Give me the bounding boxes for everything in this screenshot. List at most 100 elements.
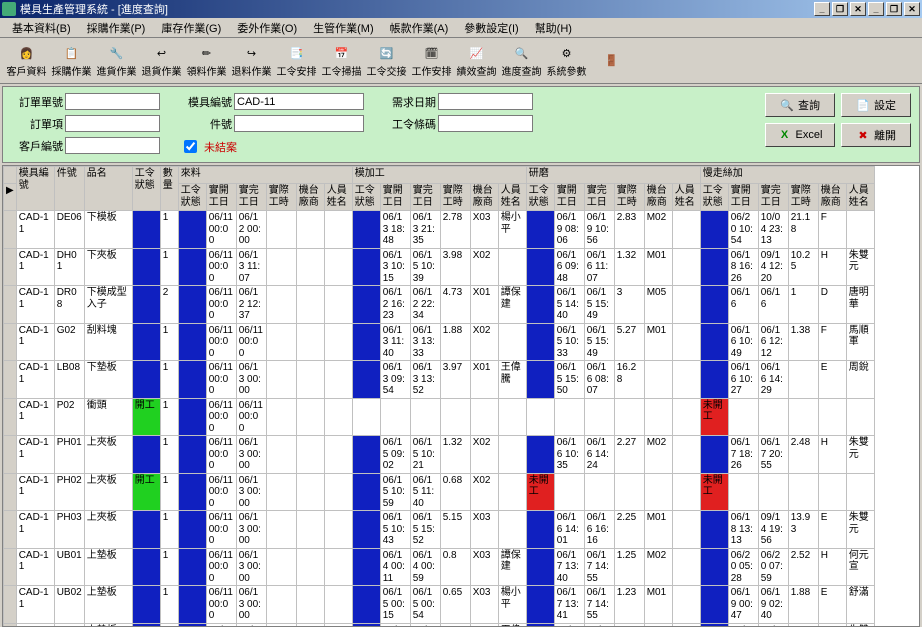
menu-item-2[interactable]: 庫存作業(G) [153,18,229,38]
status-cell [352,361,380,399]
sub-header[interactable]: 機台廠商 [470,184,498,211]
menu-item-4[interactable]: 生管作業(M) [305,18,382,38]
col-header[interactable]: 工令狀態 [132,167,160,211]
toolbar-btn-10[interactable]: 📈績效查詢 [454,40,499,82]
table-row[interactable]: CAD-11P02衝頭開工106/11 00:0006/11 00:00未開工 [4,398,875,436]
win-close-button[interactable]: ✕ [904,2,920,16]
group-header[interactable]: 研磨 [526,167,700,184]
table-row[interactable]: CAD-11PH02上夾板開工106/11 00:0006/13 00:0006… [4,473,875,511]
mdi-min-button[interactable]: _ [814,2,830,16]
toolbar-btn-3[interactable]: ↩退貨作業 [139,40,184,82]
wo-barcode-input[interactable] [438,115,533,132]
menu-item-3[interactable]: 委外作業(O) [229,18,305,38]
sub-header[interactable]: 工令狀態 [352,184,380,211]
col-header[interactable]: 數量 [160,167,178,211]
group-header[interactable]: 慢走絲加 [700,167,874,184]
sub-header[interactable]: 工令狀態 [178,184,206,211]
status-cell [700,323,728,361]
table-row[interactable]: CAD-11DH01下夾板106/11 00:0006/13 11:0706/1… [4,248,875,286]
toolbar-btn-5[interactable]: ↪退料作業 [229,40,274,82]
sub-header[interactable]: 機台廠商 [818,184,846,211]
order-no-input[interactable] [65,93,160,110]
win-max-button[interactable]: ❐ [886,2,902,16]
table-row[interactable]: CAD-11UB02上墊板106/11 00:0006/13 00:0006/1… [4,586,875,624]
table-row[interactable]: CAD-11UB03上墊板106/11 00:0006/13 00:0006/1… [4,623,875,627]
sub-header[interactable]: 工令狀態 [526,184,554,211]
table-row[interactable]: CAD-11DE06下模板106/11 00:0006/12 00:0006/1… [4,211,875,249]
toolbar-btn-6[interactable]: 📑工令安排 [274,40,319,82]
toolbar-icon: 👩 [16,43,38,63]
sub-header[interactable]: 實開工日 [728,184,758,211]
sub-header[interactable]: 機台廠商 [644,184,672,211]
sub-header[interactable]: 人員姓名 [672,184,700,211]
order-item-input[interactable] [65,115,160,132]
sub-header[interactable]: 工令狀態 [700,184,728,211]
toolbar-btn-1[interactable]: 📋採購作業 [49,40,94,82]
query-button[interactable]: 🔍查詢 [765,93,835,117]
close-button[interactable]: ✖離開 [841,123,911,147]
sub-header[interactable]: 機台廠商 [296,184,324,211]
sub-header[interactable]: 實開工日 [206,184,236,211]
table-row[interactable]: CAD-11LB08下墊板106/11 00:0006/13 00:0006/1… [4,361,875,399]
mdi-max-button[interactable]: ❐ [832,2,848,16]
toolbar-btn-11[interactable]: 🔍進度查詢 [499,40,544,82]
toolbar-btn-13[interactable]: 🚪 [589,40,634,82]
table-row[interactable]: CAD-11UB01上墊板106/11 00:0006/13 00:0006/1… [4,548,875,586]
status-cell: 開工 [132,398,160,436]
win-min-button[interactable]: _ [868,2,884,16]
menubar: 基本資料(B)採購作業(P)庫存作業(G)委外作業(O)生管作業(M)帳款作業(… [0,18,922,38]
mdi-close-button[interactable]: ✕ [850,2,866,16]
toolbar-btn-9[interactable]: 🗓工作安排 [409,40,454,82]
table-row[interactable]: CAD-11G02刮料塊106/11 00:0006/11 00:0006/13… [4,323,875,361]
sub-header[interactable]: 實際工時 [440,184,470,211]
cust-no-input[interactable] [65,137,160,154]
sub-header[interactable]: 人員姓名 [846,184,874,211]
menu-item-7[interactable]: 幫助(H) [527,18,580,38]
menu-item-1[interactable]: 採購作業(P) [79,18,154,38]
toolbar-btn-2[interactable]: 🔧進貨作業 [94,40,139,82]
part-no-input[interactable] [234,115,364,132]
toolbar-icon: 🗓 [421,43,443,63]
sub-header[interactable]: 實完工日 [410,184,440,211]
status-cell [526,436,554,474]
sub-header[interactable]: 人員姓名 [324,184,352,211]
mold-no-input[interactable] [234,93,364,110]
col-header[interactable]: 模具編號 [16,167,54,211]
sub-header[interactable]: 實際工時 [266,184,296,211]
unfinished-checkbox[interactable] [184,140,197,153]
menu-item-5[interactable]: 帳款作業(A) [382,18,457,38]
sub-header[interactable]: 實際工時 [614,184,644,211]
excel-button[interactable]: XExcel [765,123,835,147]
sub-header[interactable]: 人員姓名 [498,184,526,211]
group-header[interactable]: 來料 [178,167,352,184]
status-cell [700,511,728,549]
col-header[interactable]: 品名 [84,167,132,211]
status-cell [526,398,554,436]
app-icon [2,2,16,16]
sub-header[interactable]: 實際工時 [788,184,818,211]
toolbar-btn-8[interactable]: 🔄工令交接 [364,40,409,82]
group-header[interactable]: 模加工 [352,167,526,184]
req-date-input[interactable] [438,93,533,110]
toolbar-btn-4[interactable]: ✏領料作業 [184,40,229,82]
table-row[interactable]: CAD-11DR08下模成型入子206/11 00:0006/12 12:370… [4,286,875,324]
toolbar-btn-0[interactable]: 👩客戶資料 [4,40,49,82]
sub-header[interactable]: 實完工日 [584,184,614,211]
data-grid[interactable]: 模具編號件號品名工令狀態數量來料模加工研磨慢走絲加▶工令狀態實開工日實完工日實際… [2,165,920,627]
toolbar-btn-7[interactable]: 📅工令掃描 [319,40,364,82]
menu-item-0[interactable]: 基本資料(B) [4,18,79,38]
status-cell [178,586,206,624]
col-header[interactable]: 件號 [54,167,84,211]
toolbar-btn-12[interactable]: ⚙系統參數 [544,40,589,82]
sub-header[interactable]: 實完工日 [758,184,788,211]
sub-header[interactable]: 實完工日 [236,184,266,211]
sub-header[interactable]: 實開工日 [554,184,584,211]
table-row[interactable]: CAD-11PH03上夾板106/11 00:0006/13 00:0006/1… [4,511,875,549]
mold-no-label: 模具編號 [180,94,232,110]
sub-header[interactable]: 實開工日 [380,184,410,211]
row-selector[interactable]: ▶ [4,184,17,211]
status-cell [132,586,160,624]
table-row[interactable]: CAD-11PH01上夾板106/11 00:0006/13 00:0006/1… [4,436,875,474]
menu-item-6[interactable]: 參數設定(I) [456,18,526,38]
settings-button[interactable]: 📄設定 [841,93,911,117]
